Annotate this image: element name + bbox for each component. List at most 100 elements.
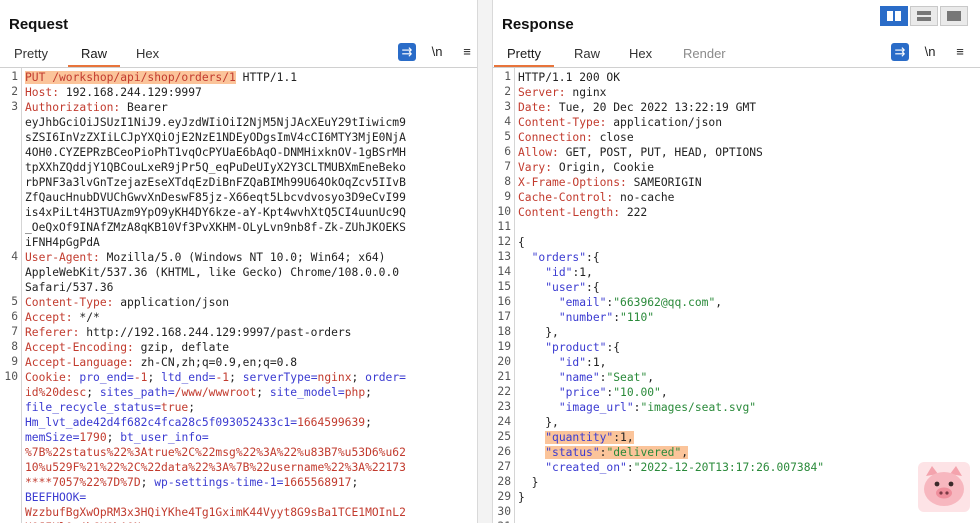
code-token: "delivered": [606, 446, 682, 459]
side-by-side-layout-icon[interactable]: [880, 6, 908, 26]
code-token: Safari/537.36: [25, 281, 114, 294]
code-line: User-Agent: Mozilla/5.0 (Windows NT 10.0…: [25, 250, 385, 265]
code-token: -1: [133, 371, 148, 384]
code-token: Allow:: [518, 146, 566, 159]
code-line: BEEFHOOK=: [25, 490, 86, 505]
show-newlines-button[interactable]: \n: [921, 43, 939, 61]
line-number: 5: [11, 295, 18, 308]
tab-request-pretty[interactable]: Pretty: [14, 46, 48, 61]
line-number: 4: [504, 115, 511, 128]
line-number: 4: [11, 250, 18, 263]
menu-icon[interactable]: ≡: [458, 43, 476, 61]
code-token: PUT /workshop/api/shop/orders/1: [25, 71, 236, 84]
code-token: SAMEORIGIN: [633, 176, 702, 189]
wrap-lines-icon[interactable]: ⇉: [398, 43, 416, 61]
code-token: eyJhbGciOiJSUzI1NiJ9.eyJzdWIiOiI2NjM5NjJ…: [25, 116, 406, 129]
code-line: "id":1,: [518, 355, 607, 370]
code-token: Content-Length:: [518, 206, 627, 219]
code-token: 10%u529F%21%22%2C%22data%22%3A%7B%22user…: [25, 461, 406, 474]
code-line: Vary: Origin, Cookie: [518, 160, 654, 175]
line-number: 25: [497, 430, 511, 443]
code-line: Hm_lvt_ade42d4f682c4fca28c5f093052433c1=…: [25, 415, 372, 430]
line-number: 10: [497, 205, 511, 218]
code-token: ;: [365, 386, 372, 399]
show-newlines-button[interactable]: \n: [428, 43, 446, 61]
code-token: }: [518, 476, 539, 489]
code-line: Content-Type: application/json: [518, 115, 722, 130]
response-editor[interactable]: 1 2 3 4 5 6 7 8 9 10 11 12 13 14 15 16 17 18 19 20 21 22 23 24 2…: [493, 67, 980, 523]
request-editor[interactable]: 1 2 3 4 5 6 7 8 9 10 PUT /workshop/api/shop/order…: [0, 67, 477, 523]
code-token: BEEFHOOK=: [25, 491, 87, 504]
single-pane-layout-icon[interactable]: [940, 6, 968, 26]
code-token: ;: [351, 371, 366, 384]
code-token: /www/wwwroot: [174, 386, 257, 399]
tab-response-raw[interactable]: Raw: [574, 46, 600, 61]
code-line: PUT /workshop/api/shop/orders/1 HTTP/1.1: [25, 70, 297, 85]
code-token: Connection:: [518, 131, 600, 144]
pig-mascot-icon[interactable]: [918, 462, 970, 512]
code-token: :{: [606, 341, 621, 354]
code-token: close: [599, 131, 634, 144]
code-token: sites_path=: [99, 386, 175, 399]
code-token: serverType=: [242, 371, 318, 384]
code-token: ;: [147, 371, 162, 384]
code-token: AppleWebKit/537.36 (KHTML, like Gecko) C…: [25, 266, 400, 279]
line-number: 6: [11, 310, 18, 323]
tab-response-pretty[interactable]: Pretty: [494, 46, 554, 67]
code-token: iFNH4pGgPdA: [25, 236, 100, 249]
code-line: X-Frame-Options: SAMEORIGIN: [518, 175, 702, 190]
response-title: Response: [502, 16, 574, 33]
code-line: Content-Length: 222: [518, 205, 647, 220]
tab-response-render[interactable]: Render: [683, 46, 726, 61]
code-token: ;: [256, 386, 270, 399]
line-number: 1: [504, 70, 511, 83]
line-number: 26: [497, 445, 511, 458]
tab-request-raw[interactable]: Raw: [67, 46, 121, 67]
code-token: */*: [79, 311, 100, 324]
code-token: :1,: [572, 266, 593, 279]
line-number: 10: [4, 370, 18, 383]
code-line: tpXXhZQddjY1QBCouLxeR9jPr5Q_eqPuDeUIyX2Y…: [25, 160, 406, 175]
code-line: "user":{: [518, 280, 599, 295]
code-token: "110": [620, 311, 655, 324]
stacked-layout-icon[interactable]: [910, 6, 938, 26]
code-line: memSize=1790; bt_user_info=: [25, 430, 209, 445]
code-token: tpXXhZQddjY1QBCouLxeR9jPr5Q_eqPuDeUIyX2Y…: [25, 161, 406, 174]
wrap-lines-icon[interactable]: ⇉: [891, 43, 909, 61]
code-token: "name": [558, 371, 600, 384]
code-token: :: [626, 461, 634, 474]
code-line: Referer: http://192.168.244.129:9997/pas…: [25, 325, 351, 340]
code-line: "created_on":"2022-12-20T13:17:26.007384…: [518, 460, 824, 475]
code-token: file_recycle_status=: [25, 401, 162, 414]
line-number: 19: [497, 340, 511, 353]
code-token: order=: [365, 371, 406, 384]
tab-response-hex[interactable]: Hex: [629, 46, 652, 61]
code-line: Authorization: Bearer: [25, 100, 168, 115]
code-token: "price": [558, 386, 607, 399]
menu-icon[interactable]: ≡: [951, 43, 969, 61]
code-line: "price":"10.00",: [518, 385, 668, 400]
request-line-gutter: 1 2 3 4 5 6 7 8 9 10: [0, 68, 22, 523]
line-number: 9: [11, 355, 18, 368]
code-line: iFNH4pGgPdA: [25, 235, 100, 250]
code-token: ;: [365, 416, 372, 429]
code-line: 4OH0.CYZEPRzBCeoPioPhT1vqOcPYUaE6bAqO-DN…: [25, 145, 406, 160]
code-token: GET, POST, PUT, HEAD, OPTIONS: [565, 146, 763, 159]
line-number: 8: [11, 340, 18, 353]
code-line: "status":"delivered",: [518, 445, 689, 460]
code-token: Host:: [25, 86, 66, 99]
code-line: "product":{: [518, 340, 620, 355]
code-line: Cache-Control: no-cache: [518, 190, 674, 205]
code-token: Content-Type:: [25, 296, 121, 309]
pane-divider[interactable]: [477, 0, 493, 523]
tab-request-hex[interactable]: Hex: [136, 46, 159, 61]
code-token: sZSI6InVzZXIiLCJpYXQiOjE2NzE1NDEyODgsImV…: [25, 131, 406, 144]
line-number: 13: [497, 250, 511, 263]
code-line: Accept-Language: zh-CN,zh;q=0.9,en;q=0.8: [25, 355, 297, 370]
code-token: WzzbufBgXwOpRM3x3HQiYKhe4Tg1GximK44Vyyt8…: [25, 506, 406, 519]
line-number: 27: [497, 460, 511, 473]
code-line: Safari/537.36: [25, 280, 113, 295]
